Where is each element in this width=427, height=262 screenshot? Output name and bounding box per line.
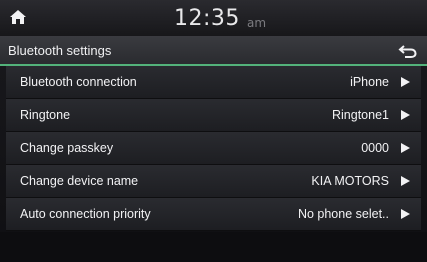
play-arrow-icon xyxy=(401,176,410,186)
screen: 12:35 am Bluetooth settings Bluetooth co… xyxy=(0,0,427,262)
setting-row-ringtone[interactable]: Ringtone Ringtone1 xyxy=(6,99,421,132)
setting-value: iPhone xyxy=(350,75,389,89)
setting-value: Ringtone1 xyxy=(332,108,389,122)
play-arrow-icon xyxy=(401,77,410,87)
setting-label: Bluetooth connection xyxy=(20,75,137,89)
setting-value: 0000 xyxy=(361,141,389,155)
setting-label: Change device name xyxy=(20,174,139,188)
page-title: Bluetooth settings xyxy=(8,43,112,58)
empty-area xyxy=(0,232,427,262)
setting-row-change-device-name[interactable]: Change device name KIA MOTORS xyxy=(6,165,421,198)
setting-row-change-passkey[interactable]: Change passkey 0000 xyxy=(6,132,421,165)
play-arrow-icon xyxy=(401,110,410,120)
clock-ampm: am xyxy=(247,16,267,30)
play-arrow-icon xyxy=(401,209,410,219)
setting-value: KIA MOTORS xyxy=(311,174,389,188)
setting-value: No phone selet.. xyxy=(297,207,389,221)
home-button[interactable] xyxy=(4,4,32,30)
setting-label: Ringtone xyxy=(20,108,71,122)
home-icon xyxy=(10,10,26,24)
back-button[interactable] xyxy=(397,41,419,61)
status-bar: 12:35 am xyxy=(0,0,427,36)
play-arrow-icon xyxy=(401,143,410,153)
settings-list: Bluetooth connection iPhone Ringtone Rin… xyxy=(0,66,427,231)
back-arrow-icon xyxy=(398,45,417,58)
clock-time: 12:35 xyxy=(174,6,240,31)
setting-row-auto-connection-priority[interactable]: Auto connection priority No phone selet.… xyxy=(6,198,421,231)
title-bar: Bluetooth settings xyxy=(0,36,427,66)
setting-row-bluetooth-connection[interactable]: Bluetooth connection iPhone xyxy=(6,66,421,99)
setting-label: Auto connection priority xyxy=(20,207,151,221)
setting-label: Change passkey xyxy=(20,141,114,155)
